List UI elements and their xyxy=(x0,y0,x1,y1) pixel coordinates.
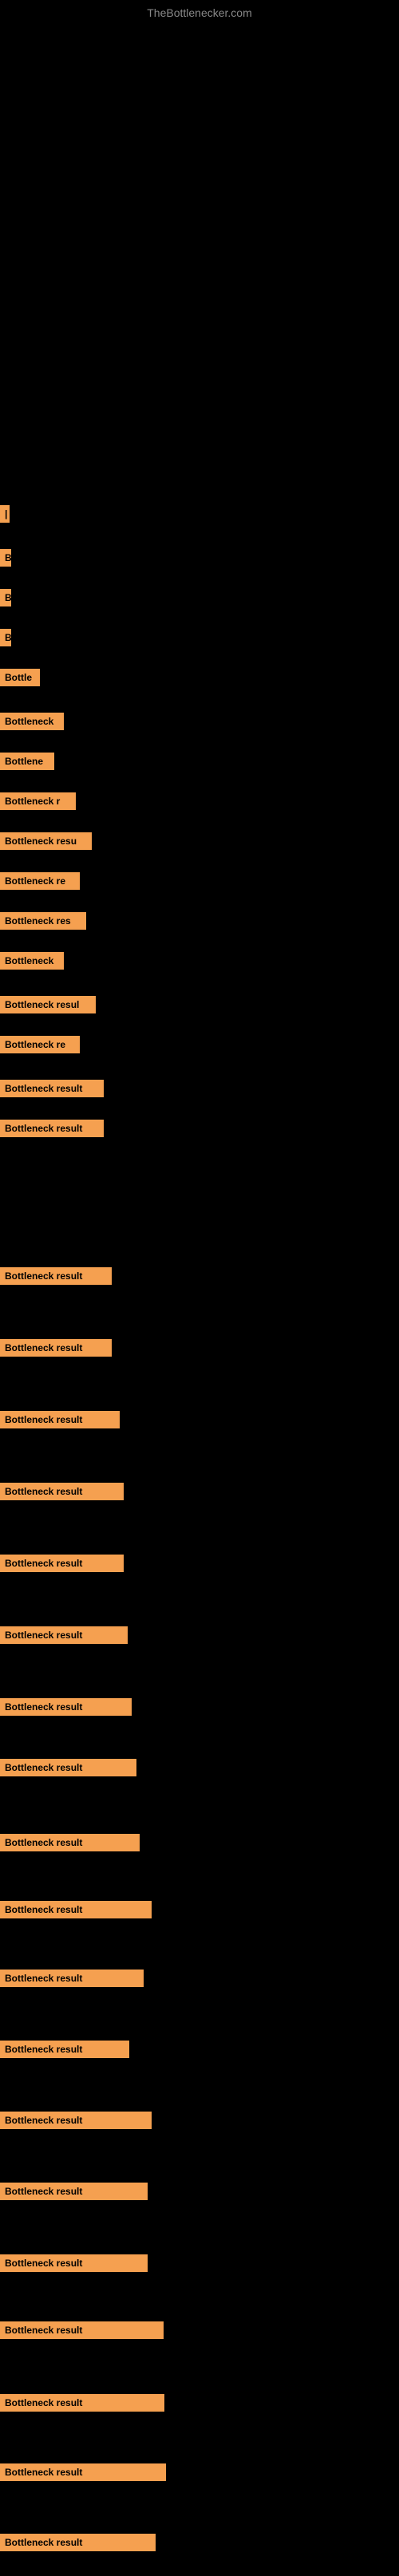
bottleneck-bar-21: Bottleneck result xyxy=(0,1626,128,1644)
bottleneck-bar-14: Bottleneck result xyxy=(0,1080,104,1097)
bottleneck-bar-12: Bottleneck resul xyxy=(0,996,96,1013)
bottleneck-bar-9: Bottleneck re xyxy=(0,872,80,890)
bottleneck-bar-24: Bottleneck result xyxy=(0,1834,140,1851)
bottleneck-bar-3: B xyxy=(0,629,11,646)
bottleneck-bar-27: Bottleneck result xyxy=(0,2041,129,2058)
bottleneck-bar-30: Bottleneck result xyxy=(0,2254,148,2272)
bottleneck-bar-25: Bottleneck result xyxy=(0,1901,152,1918)
bottleneck-bar-13: Bottleneck re xyxy=(0,1036,80,1053)
bottleneck-bar-28: Bottleneck result xyxy=(0,2112,152,2129)
bottleneck-bar-17: Bottleneck result xyxy=(0,1339,112,1357)
bottleneck-bar-4: Bottle xyxy=(0,669,40,686)
bottleneck-bar-1: B xyxy=(0,549,11,567)
bottleneck-bar-31: Bottleneck result xyxy=(0,2321,164,2339)
bottleneck-bar-18: Bottleneck result xyxy=(0,1411,120,1428)
bottleneck-bar-8: Bottleneck resu xyxy=(0,832,92,850)
bottleneck-bar-22: Bottleneck result xyxy=(0,1698,132,1716)
bottleneck-bar-26: Bottleneck result xyxy=(0,1970,144,1987)
bottleneck-bar-32: Bottleneck result xyxy=(0,2394,164,2412)
bottleneck-bar-23: Bottleneck result xyxy=(0,1759,136,1776)
bottleneck-bar-0: | xyxy=(0,505,10,523)
site-title: TheBottlenecker.com xyxy=(0,0,399,22)
bottleneck-bar-10: Bottleneck res xyxy=(0,912,86,930)
bottleneck-bar-20: Bottleneck result xyxy=(0,1555,124,1572)
bottleneck-bar-19: Bottleneck result xyxy=(0,1483,124,1500)
bottleneck-bar-2: B xyxy=(0,589,11,606)
bottleneck-bar-16: Bottleneck result xyxy=(0,1267,112,1285)
bottleneck-bar-11: Bottleneck xyxy=(0,952,64,970)
bottleneck-bar-7: Bottleneck r xyxy=(0,792,76,810)
bottleneck-bar-5: Bottleneck xyxy=(0,713,64,730)
bottleneck-bar-34: Bottleneck result xyxy=(0,2534,156,2551)
bottleneck-bar-6: Bottlene xyxy=(0,753,54,770)
bottleneck-bar-33: Bottleneck result xyxy=(0,2463,166,2481)
bottleneck-bar-15: Bottleneck result xyxy=(0,1120,104,1137)
bottleneck-bar-29: Bottleneck result xyxy=(0,2183,148,2200)
